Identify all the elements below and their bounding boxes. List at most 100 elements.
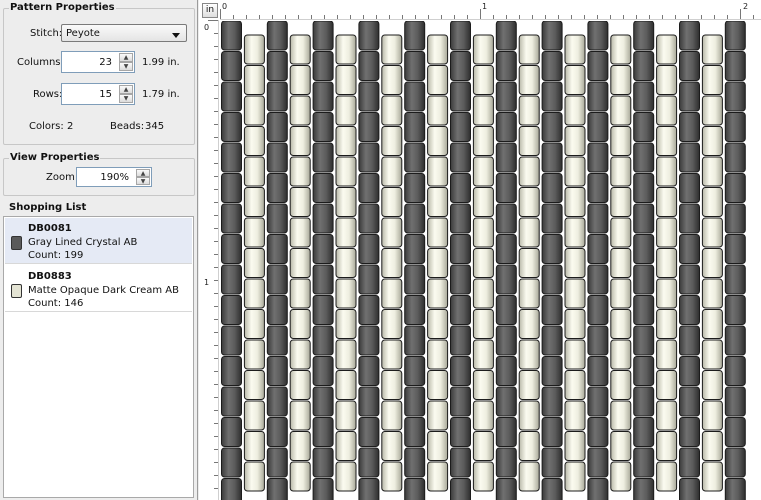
bead-dark[interactable] <box>450 417 471 447</box>
bead-light[interactable] <box>564 156 586 187</box>
bead-dark[interactable] <box>587 234 609 264</box>
bead-dark[interactable] <box>358 234 380 264</box>
bead-dark[interactable] <box>633 112 655 142</box>
bead-dark[interactable] <box>266 386 288 417</box>
bead-light[interactable] <box>610 278 632 309</box>
bead-light[interactable] <box>381 187 403 217</box>
bead-light[interactable] <box>472 278 494 309</box>
bead-dark[interactable] <box>541 264 563 295</box>
bead-light[interactable] <box>564 217 586 248</box>
spin-up-icon[interactable]: ▲ <box>136 169 150 177</box>
bead-dark[interactable] <box>221 112 242 142</box>
bead-light[interactable] <box>289 461 311 492</box>
bead-light[interactable] <box>610 156 632 187</box>
bead-light[interactable] <box>243 217 265 248</box>
bead-dark[interactable] <box>266 173 288 203</box>
bead-dark[interactable] <box>266 112 288 142</box>
bead-dark[interactable] <box>358 264 380 295</box>
bead-light[interactable] <box>335 65 357 95</box>
bead-dark[interactable] <box>679 81 700 112</box>
bead-dark[interactable] <box>358 21 380 51</box>
bead-dark[interactable] <box>404 356 426 386</box>
bead-light[interactable] <box>656 248 678 278</box>
bead-dark[interactable] <box>358 356 380 386</box>
bead-dark[interactable] <box>633 21 655 51</box>
bead-dark[interactable] <box>312 203 334 234</box>
bead-light[interactable] <box>656 400 678 431</box>
bead-dark[interactable] <box>404 203 426 234</box>
bead-light[interactable] <box>289 339 311 370</box>
bead-dark[interactable] <box>724 295 746 325</box>
bead-dark[interactable] <box>541 234 563 264</box>
spin-up-icon[interactable]: ▲ <box>119 85 133 94</box>
bead-light[interactable] <box>701 34 723 65</box>
bead-dark[interactable] <box>633 142 655 173</box>
bead-dark[interactable] <box>679 478 700 500</box>
bead-light[interactable] <box>472 217 494 248</box>
bead-dark[interactable] <box>724 142 746 173</box>
bead-light[interactable] <box>564 278 586 309</box>
bead-light[interactable] <box>472 156 494 187</box>
bead-light[interactable] <box>701 370 723 400</box>
bead-dark[interactable] <box>450 478 471 500</box>
bead-dark[interactable] <box>404 142 426 173</box>
bead-light[interactable] <box>656 34 678 65</box>
bead-light[interactable] <box>427 187 449 217</box>
bead-light[interactable] <box>656 156 678 187</box>
bead-light[interactable] <box>701 95 723 126</box>
bead-dark[interactable] <box>221 447 242 478</box>
bead-dark[interactable] <box>404 21 426 51</box>
bead-dark[interactable] <box>541 203 563 234</box>
bead-light[interactable] <box>610 217 632 248</box>
bead-dark[interactable] <box>495 173 517 203</box>
bead-light[interactable] <box>701 65 723 95</box>
bead-light[interactable] <box>289 278 311 309</box>
bead-dark[interactable] <box>541 81 563 112</box>
bead-dark[interactable] <box>450 295 471 325</box>
bead-light[interactable] <box>381 34 403 65</box>
bead-dark[interactable] <box>495 386 517 417</box>
bead-light[interactable] <box>335 217 357 248</box>
bead-dark[interactable] <box>724 417 746 447</box>
bead-light[interactable] <box>289 187 311 217</box>
bead-dark[interactable] <box>587 386 609 417</box>
bead-light[interactable] <box>472 248 494 278</box>
bead-light[interactable] <box>289 217 311 248</box>
bead-light[interactable] <box>518 217 540 248</box>
bead-light[interactable] <box>656 339 678 370</box>
bead-light[interactable] <box>243 400 265 431</box>
bead-dark[interactable] <box>724 386 746 417</box>
bead-dark[interactable] <box>404 386 426 417</box>
bead-dark[interactable] <box>358 325 380 356</box>
spin-down-icon[interactable]: ▼ <box>136 177 150 185</box>
bead-dark[interactable] <box>679 447 700 478</box>
bead-dark[interactable] <box>358 478 380 500</box>
bead-dark[interactable] <box>358 51 380 81</box>
bead-light[interactable] <box>427 126 449 156</box>
bead-light[interactable] <box>381 309 403 339</box>
bead-dark[interactable] <box>495 417 517 447</box>
bead-dark[interactable] <box>633 325 655 356</box>
bead-light[interactable] <box>335 278 357 309</box>
bead-dark[interactable] <box>450 234 471 264</box>
bead-dark[interactable] <box>358 203 380 234</box>
bead-light[interactable] <box>427 370 449 400</box>
bead-light[interactable] <box>427 278 449 309</box>
bead-light[interactable] <box>289 156 311 187</box>
bead-light[interactable] <box>701 217 723 248</box>
bead-dark[interactable] <box>221 325 242 356</box>
bead-dark[interactable] <box>679 356 700 386</box>
bead-dark[interactable] <box>404 173 426 203</box>
bead-dark[interactable] <box>633 173 655 203</box>
bead-light[interactable] <box>243 309 265 339</box>
bead-light[interactable] <box>289 309 311 339</box>
bead-dark[interactable] <box>450 264 471 295</box>
bead-dark[interactable] <box>221 417 242 447</box>
bead-light[interactable] <box>472 34 494 65</box>
bead-light[interactable] <box>610 400 632 431</box>
bead-dark[interactable] <box>358 81 380 112</box>
bead-light[interactable] <box>472 431 494 461</box>
bead-dark[interactable] <box>679 203 700 234</box>
bead-dark[interactable] <box>633 51 655 81</box>
zoom-stepper[interactable]: 190% ▲ ▼ <box>76 167 152 187</box>
